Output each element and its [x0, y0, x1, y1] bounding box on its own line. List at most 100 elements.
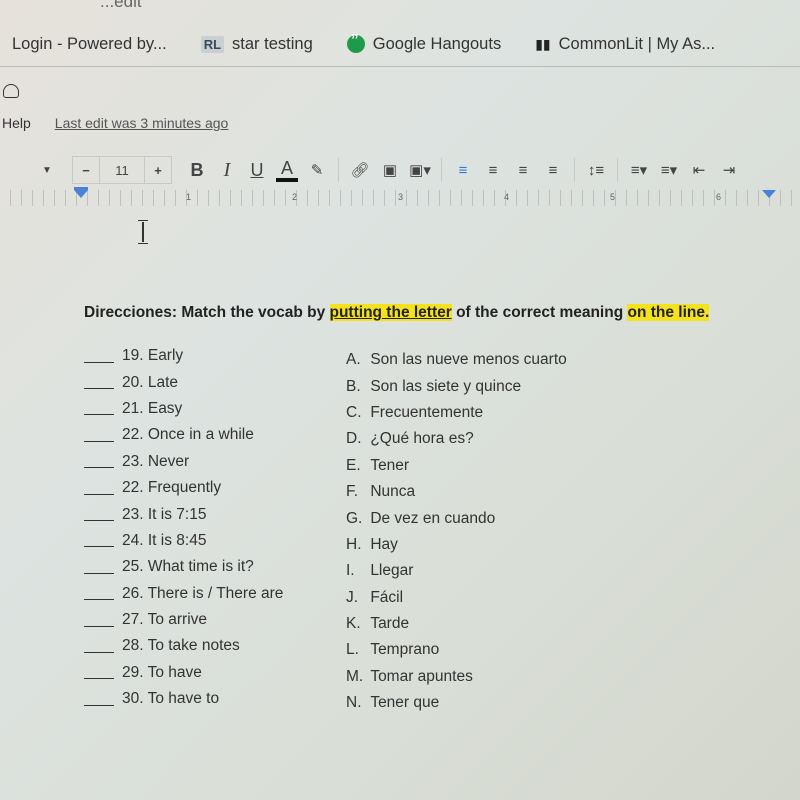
option-letter: E. [346, 456, 361, 474]
right-indent-marker-icon[interactable] [762, 190, 776, 198]
bookmark-label: Login - Powered by... [12, 34, 167, 53]
vocab-items-list: 19. Early 20. Late 21. Easy 22. Once in … [84, 343, 283, 712]
link-icon[interactable]: 🔗︎ [349, 157, 371, 183]
answer-blank[interactable] [84, 376, 114, 390]
ruler[interactable]: 1 2 3 4 5 6 [0, 187, 800, 206]
menu-help[interactable]: Help [2, 115, 31, 131]
directions-part2: of the correct meaning [451, 304, 628, 321]
answer-blank[interactable] [84, 482, 114, 495]
cloud-saved-icon[interactable] [3, 84, 19, 98]
vocab-item-text: 24. It is 8:45 [122, 531, 207, 549]
justify-icon[interactable]: ≡ [542, 157, 564, 183]
option-text: Temprano [370, 641, 440, 659]
vocab-item: 30. To have to [84, 686, 283, 712]
directions-part1: Match the vocab by [177, 304, 330, 321]
option-text: Son las nueve menos cuarto [370, 351, 567, 369]
font-size-control: − 11 + [72, 156, 172, 184]
vocab-item-text: 26. There is / There are [122, 584, 284, 602]
option-item: B. Son las siete y quince [346, 373, 567, 399]
option-letter: G. [346, 509, 363, 527]
bookmark-commonlit[interactable]: ▮▮ CommonLit | My As... [535, 35, 715, 54]
ruler-number: 5 [610, 192, 616, 202]
toolbar-divider [574, 158, 575, 182]
vocab-item: 19. Early [84, 343, 283, 369]
vocab-item: 22. Frequently [84, 475, 283, 501]
font-size-input[interactable]: 11 [100, 157, 145, 183]
bookmark-login[interactable]: Login - Powered by... [12, 35, 167, 54]
ruler-number: 3 [398, 192, 404, 202]
option-item: H. Hay [346, 532, 567, 558]
vocab-item: 22. Once in a while [84, 422, 283, 448]
answer-blank[interactable] [84, 693, 114, 706]
hangouts-icon [346, 32, 365, 53]
ruler-number: 2 [292, 192, 298, 202]
directions-suffix: . [704, 304, 710, 321]
answer-blank[interactable] [84, 534, 114, 548]
bookmark-label: Google Hangouts [372, 34, 502, 53]
vocab-item-text: 28. To take notes [122, 637, 240, 655]
answer-blank[interactable] [84, 350, 114, 363]
vocab-item-text: 20. Late [122, 373, 179, 391]
answer-blank[interactable] [84, 561, 114, 574]
italic-button[interactable]: I [216, 157, 238, 183]
option-letter: N. [346, 694, 362, 712]
answer-blank[interactable] [84, 402, 114, 416]
answer-blank[interactable] [84, 455, 114, 469]
vocab-item: 23. It is 7:15 [84, 501, 283, 527]
bulleted-list-icon[interactable]: ≡▾ [658, 157, 680, 183]
option-text: Tener que [370, 694, 440, 712]
align-right-icon[interactable]: ≡ [512, 157, 534, 183]
text-color-button[interactable]: A [276, 158, 298, 182]
underline-button[interactable]: U [246, 157, 268, 183]
option-letter: I. [346, 562, 355, 580]
option-letter: L. [346, 641, 359, 659]
vocab-item-text: 23. Never [122, 452, 190, 470]
option-text: De vez en cuando [370, 509, 496, 527]
bookmark-star-testing[interactable]: RL star testing [200, 34, 313, 54]
answer-blank[interactable] [84, 666, 114, 680]
option-item: J. Fácil [346, 585, 567, 611]
align-center-icon[interactable]: ≡ [482, 157, 504, 183]
url-bar[interactable]: ...edit [0, 0, 800, 12]
left-indent-marker-icon[interactable] [74, 190, 88, 198]
align-left-icon[interactable]: ≡ [452, 157, 474, 183]
highlight-pen-icon[interactable]: ✎ [306, 157, 328, 183]
answer-blank[interactable] [84, 614, 114, 627]
bold-button[interactable]: B [186, 157, 208, 183]
vocab-item-text: 30. To have to [122, 690, 220, 708]
option-text: Nunca [370, 483, 416, 501]
answer-blank[interactable] [84, 640, 114, 653]
last-edit-link[interactable]: Last edit was 3 minutes ago [55, 115, 229, 131]
answer-blank[interactable] [84, 587, 114, 601]
option-text: ¿Qué hora es? [370, 430, 474, 448]
comment-icon[interactable]: ▣ [379, 157, 401, 183]
option-item: I. Llegar [346, 558, 567, 584]
answer-blank[interactable] [84, 429, 114, 442]
bookmark-label: star testing [232, 34, 313, 53]
option-item: D. ¿Qué hora es? [346, 426, 567, 452]
line-spacing-icon[interactable]: ↕≡ [585, 157, 607, 183]
option-item: E. Tener [346, 453, 567, 479]
vocab-item: 23. Never [84, 449, 283, 475]
answer-options-list: A. Son las nueve menos cuarto B. Son las… [346, 347, 567, 716]
decrease-font-size-button[interactable]: − [73, 157, 100, 183]
ruler-number: 6 [716, 192, 722, 202]
numbered-list-icon[interactable]: ≡▾ [628, 157, 650, 183]
option-item: C. Frecuentemente [346, 400, 567, 426]
ruler-number: 1 [186, 192, 192, 202]
decrease-indent-icon[interactable]: ⇤ [688, 157, 710, 183]
vocab-item: 20. Late [84, 369, 283, 395]
docs-toolbar: ▼ − 11 + B I U A ✎ 🔗︎ ▣ ▣▾ ≡ ≡ ≡ ≡ ↕≡ ≡▾… [0, 150, 800, 190]
option-text: Tarde [370, 615, 410, 633]
increase-indent-icon[interactable]: ⇥ [718, 157, 740, 183]
increase-font-size-button[interactable]: + [145, 157, 171, 183]
bookmark-google-hangouts[interactable]: Google Hangouts [346, 32, 502, 54]
option-text: Tomar apuntes [370, 667, 473, 685]
answer-blank[interactable] [84, 508, 114, 522]
highlight-on-the-line: on the line [627, 304, 705, 321]
vocab-item-text: 19. Early [122, 347, 184, 365]
font-dropdown-caret-icon[interactable]: ▼ [36, 157, 58, 183]
vocab-item-text: 23. It is 7:15 [122, 505, 207, 523]
image-icon[interactable]: ▣▾ [409, 157, 431, 183]
vocab-item-text: 29. To have [122, 663, 202, 681]
